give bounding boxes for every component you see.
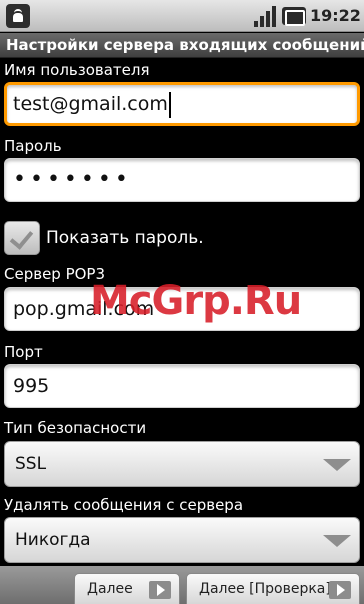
chevron-down-icon — [315, 442, 359, 486]
username-label: Имя пользователя — [4, 61, 150, 79]
username-field[interactable]: test@gmail.com — [4, 82, 360, 126]
next-button-label: Далее — [87, 581, 133, 597]
status-bar: 19:22 — [0, 0, 364, 32]
text-caret — [168, 91, 171, 118]
signal-icon — [254, 5, 276, 27]
port-field[interactable]: 995 — [4, 364, 360, 408]
delete-messages-dropdown[interactable]: Никогда — [4, 517, 360, 563]
username-value: test@gmail.com — [13, 93, 168, 115]
password-value: ••••••• — [13, 167, 132, 192]
arrow-right-icon — [149, 581, 171, 599]
show-password-checkbox[interactable] — [4, 221, 40, 255]
next-verify-button[interactable]: Далее [Проверка] — [186, 573, 360, 604]
delete-messages-label: Удалять сообщения с сервера — [4, 496, 244, 514]
next-button[interactable]: Далее — [74, 573, 180, 604]
next-verify-button-label: Далее [Проверка] — [199, 581, 331, 597]
security-type-value: SSL — [15, 454, 47, 474]
show-password-label: Показать пароль. — [46, 228, 204, 248]
status-time: 19:22 — [310, 6, 361, 25]
bottom-button-bar: Далее Далее [Проверка] — [0, 566, 364, 604]
password-field[interactable]: ••••••• — [4, 158, 360, 202]
android-notification-icon — [6, 4, 30, 28]
watermark: McGrp.Ru — [90, 278, 302, 324]
arrow-right-icon — [329, 581, 351, 599]
page-title: Настройки сервера входящих сообщений — [6, 36, 364, 54]
security-type-dropdown[interactable]: SSL — [4, 441, 360, 487]
port-label: Порт — [4, 343, 43, 361]
battery-charging-icon — [282, 7, 306, 26]
password-label: Пароль — [4, 137, 62, 155]
chevron-down-icon — [315, 518, 359, 562]
title-bar: Настройки сервера входящих сообщений — [0, 33, 364, 58]
security-type-label: Тип безопасности — [4, 419, 147, 437]
delete-messages-value: Никогда — [15, 530, 91, 550]
port-value: 995 — [13, 375, 50, 397]
